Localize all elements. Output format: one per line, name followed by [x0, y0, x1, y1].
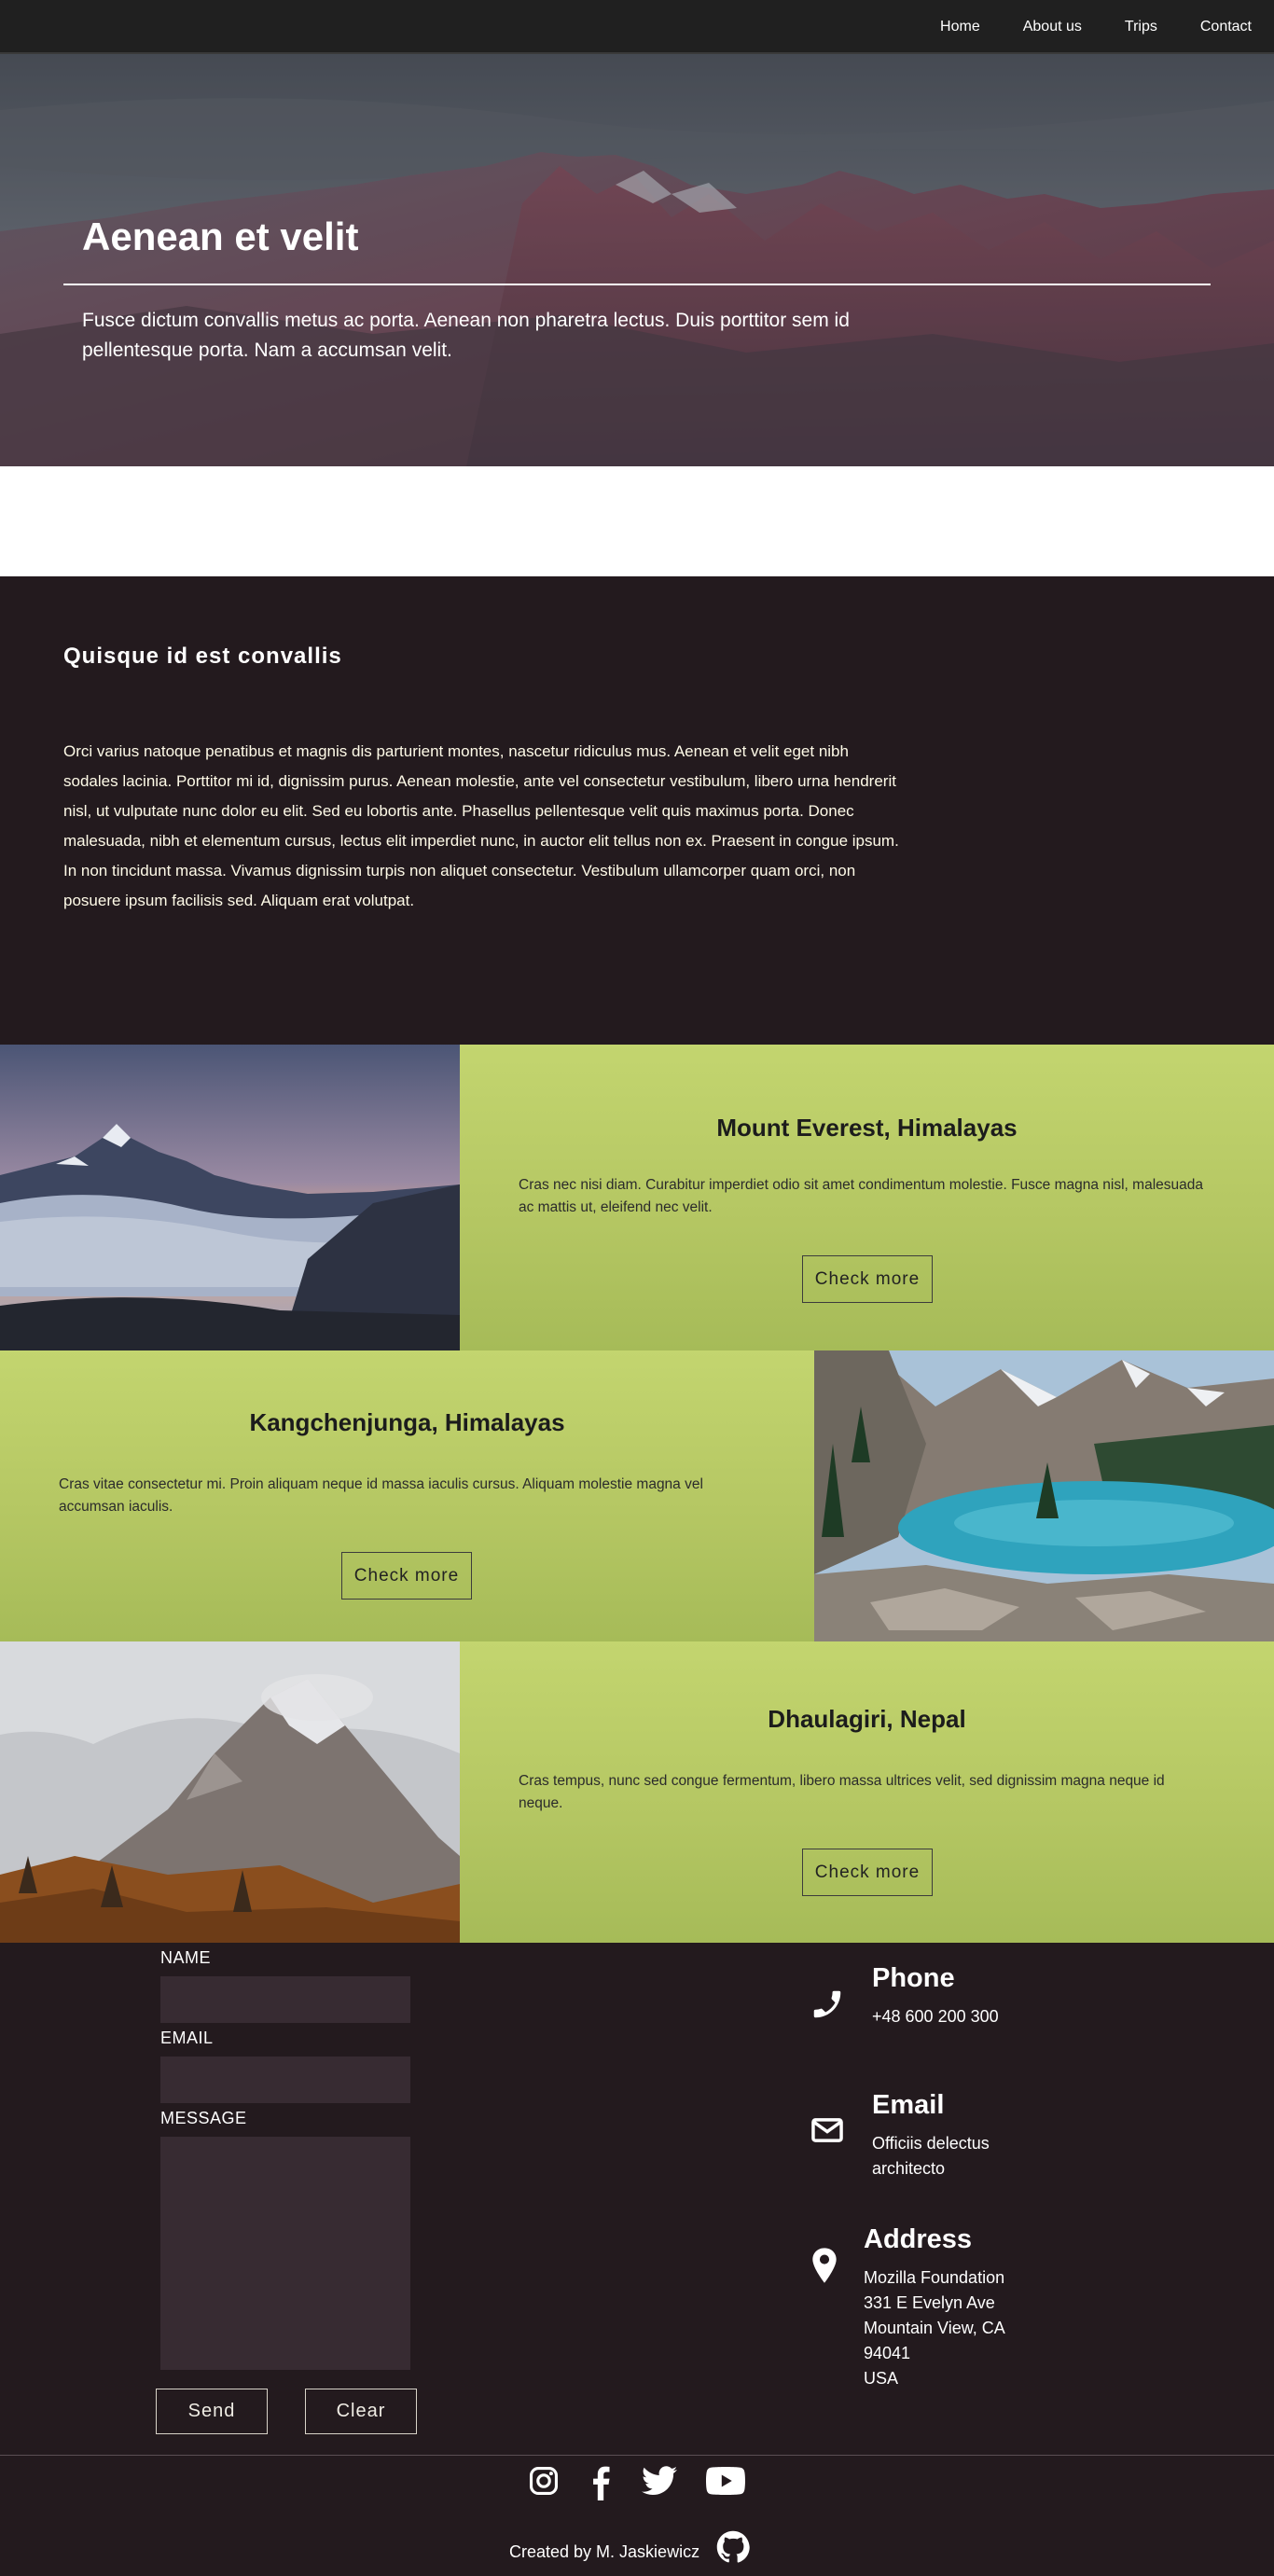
about-section: Quisque id est convallis Orci varius nat…	[0, 576, 1274, 1045]
instagram-icon[interactable]	[528, 2465, 560, 2501]
trip-title: Mount Everest, Himalayas	[716, 1114, 1018, 1142]
nav-link-contact[interactable]: Contact	[1200, 19, 1252, 35]
hero-title: Aenean et velit	[82, 215, 359, 258]
phone-icon	[810, 1987, 845, 2027]
trip-photo-kangchenjunga	[814, 1350, 1274, 1641]
message-textarea[interactable]	[160, 2137, 410, 2370]
navbar: Home About us Trips Contact	[0, 0, 1274, 54]
address-line-4: 94041	[864, 2344, 911, 2362]
contact-section: NAME EMAIL MESSAGE Send Clear Phone +48 …	[0, 1943, 1274, 2456]
trip-card-dhaulagiri: Dhaulagiri, Nepal Cras tempus, nunc sed …	[0, 1641, 1274, 1943]
trip-photo-everest	[0, 1045, 460, 1350]
hero-text: Fusce dictum convallis metus ac porta. A…	[82, 310, 850, 361]
trip-title: Kangchenjunga, Himalayas	[249, 1408, 565, 1436]
about-text: Orci varius natoque penatibus et magnis …	[63, 742, 899, 909]
envelope-icon	[810, 2112, 845, 2153]
check-more-button[interactable]: Check more	[802, 1255, 933, 1303]
hero-banner: Aenean et velit Fusce dictum convallis m…	[0, 54, 1274, 466]
trip-description: Cras nec nisi diam. Curabitur imperdiet …	[519, 1177, 1203, 1215]
nav-link-trips[interactable]: Trips	[1125, 19, 1157, 35]
nav-link-home[interactable]: Home	[940, 19, 980, 35]
phone-heading: Phone	[872, 1963, 955, 1993]
nav-link-about[interactable]: About us	[1023, 19, 1082, 35]
address-line-5: USA	[864, 2369, 899, 2388]
email-heading: Email	[872, 2090, 945, 2120]
email-line-2: architecto	[872, 2159, 946, 2178]
trip-panel-kangchenjunga: Kangchenjunga, Himalayas Cras vitae cons…	[0, 1350, 814, 1641]
trip-description: Cras tempus, nunc sed congue fermentum, …	[519, 1773, 1165, 1811]
about-title: Quisque id est convallis	[63, 644, 342, 669]
footer: Created by M. Jaskiewicz	[0, 2456, 1274, 2576]
twitter-icon[interactable]	[642, 2465, 677, 2501]
github-icon[interactable]	[716, 2530, 750, 2569]
phone-number: +48 600 200 300	[872, 2007, 999, 2026]
email-label: EMAIL	[160, 2029, 214, 2047]
name-input[interactable]	[160, 1976, 410, 2023]
address-line-3: Mountain View, CA	[864, 2319, 1005, 2337]
check-more-button[interactable]: Check more	[802, 1849, 933, 1896]
email-input[interactable]	[160, 2057, 410, 2103]
name-label: NAME	[160, 1948, 212, 1967]
address-line-1: Mozilla Foundation	[864, 2268, 1005, 2287]
address-heading: Address	[864, 2224, 973, 2254]
hero-divider	[63, 284, 1211, 285]
map-pin-icon	[810, 2247, 839, 2289]
trip-panel-everest: Mount Everest, Himalayas Cras nec nisi d…	[460, 1045, 1274, 1350]
trip-title: Dhaulagiri, Nepal	[768, 1705, 966, 1733]
trip-card-kangchenjunga: Kangchenjunga, Himalayas Cras vitae cons…	[0, 1350, 1274, 1641]
trip-panel-dhaulagiri: Dhaulagiri, Nepal Cras tempus, nunc sed …	[460, 1641, 1274, 1943]
facebook-icon[interactable]	[589, 2465, 612, 2505]
message-label: MESSAGE	[160, 2109, 247, 2127]
address-line-2: 331 E Evelyn Ave	[864, 2293, 995, 2312]
footer-credit: Created by M. Jaskiewicz	[509, 2542, 700, 2561]
send-button[interactable]: Send	[156, 2389, 268, 2434]
nav-menu: Home About us Trips Contact	[919, 0, 1274, 54]
youtube-icon[interactable]	[706, 2465, 745, 2501]
check-more-button[interactable]: Check more	[341, 1552, 472, 1600]
email-line-1: Officiis delectus	[872, 2134, 990, 2153]
trip-description: Cras vitae consectetur mi. Proin aliquam…	[59, 1476, 703, 1515]
trip-photo-dhaulagiri	[0, 1641, 460, 1943]
clear-button[interactable]: Clear	[305, 2389, 417, 2434]
trip-card-everest: Mount Everest, Himalayas Cras nec nisi d…	[0, 1045, 1274, 1350]
hero-mountain-image	[0, 54, 1274, 466]
